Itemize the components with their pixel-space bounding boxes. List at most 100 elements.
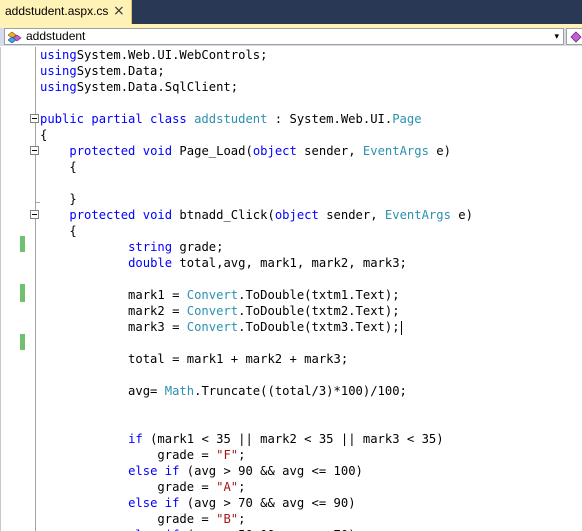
code-line[interactable]: mark1 = Convert.ToDouble(txtm1.Text);: [40, 287, 473, 303]
document-tab-strip: addstudent.aspx.cs ×: [0, 0, 582, 24]
change-marker: [20, 284, 25, 302]
code-token: EventArgs: [384, 208, 451, 222]
code-token: grade =: [40, 480, 217, 494]
collapse-icon[interactable]: [30, 114, 39, 123]
member-icon: [570, 31, 582, 43]
code-text[interactable]: usingSystem.Web.UI.WebControls; usingSyst…: [40, 47, 473, 531]
code-line[interactable]: [40, 415, 473, 431]
code-line[interactable]: usingSystem.Web.UI.WebControls;: [40, 47, 473, 63]
code-token: protected void: [69, 208, 173, 222]
code-token: .ToDouble(txtm3.Text);: [238, 320, 400, 334]
code-line[interactable]: [40, 399, 473, 415]
type-dropdown[interactable]: addstudent ▾: [4, 28, 564, 45]
code-token: sender,: [296, 144, 363, 158]
document-tab[interactable]: addstudent.aspx.cs ×: [0, 0, 132, 24]
code-line[interactable]: else if (avg > 70 && avg <= 90): [40, 495, 473, 511]
code-line[interactable]: [40, 175, 473, 191]
code-line[interactable]: protected void Page_Load(object sender, …: [40, 143, 473, 159]
code-editor[interactable]: usingSystem.Web.UI.WebControls; usingSyst…: [0, 47, 582, 531]
code-token: : System.Web.UI.: [267, 112, 393, 126]
code-token: Math: [164, 384, 195, 398]
code-token: "B": [216, 512, 239, 526]
code-token: System.Data.SqlClient;: [76, 80, 239, 94]
code-token: .ToDouble(txtm1.Text);: [238, 288, 400, 302]
code-line[interactable]: protected void btnadd_Click(object sende…: [40, 207, 473, 223]
code-token: addstudent: [194, 112, 268, 126]
code-token: "F": [216, 448, 239, 462]
collapse-icon[interactable]: [30, 146, 39, 155]
member-dropdown[interactable]: [566, 28, 582, 45]
code-line[interactable]: mark2 = Convert.ToDouble(txtm2.Text);: [40, 303, 473, 319]
code-token: mark3 =: [40, 320, 187, 334]
code-token: mark2 =: [40, 304, 187, 318]
code-token: (avg > 70 && avg <= 90): [179, 496, 356, 510]
code-line[interactable]: double total,avg, mark1, mark2, mark3;: [40, 255, 473, 271]
code-token: "A": [216, 480, 239, 494]
code-token: public partial class: [40, 112, 187, 126]
code-token: grade =: [40, 448, 217, 462]
code-token: sender,: [318, 208, 385, 222]
code-line[interactable]: usingSystem.Data;: [40, 63, 473, 79]
code-token: {: [40, 128, 48, 142]
code-line[interactable]: string grade;: [40, 239, 473, 255]
chevron-down-icon[interactable]: ▾: [554, 29, 559, 45]
code-token: .Truncate((total/3)*100)/100;: [194, 384, 407, 398]
code-line[interactable]: [40, 335, 473, 351]
code-token: else if: [128, 496, 180, 510]
code-token: e): [428, 144, 451, 158]
code-token: (avg > 90 && avg <= 100): [179, 464, 363, 478]
code-token: (mark1 < 35 || mark2 < 35 || mark3 < 35): [142, 432, 444, 446]
code-token: btnadd_Click(: [172, 208, 275, 222]
code-line[interactable]: avg= Math.Truncate((total/3)*100)/100;: [40, 383, 473, 399]
collapse-icon[interactable]: [30, 210, 39, 219]
code-line[interactable]: grade = "B";: [40, 511, 473, 527]
code-token: double: [128, 256, 173, 270]
code-line[interactable]: mark3 = Convert.ToDouble(txtm3.Text);: [40, 319, 473, 335]
close-icon[interactable]: ×: [113, 2, 125, 20]
code-token: .ToDouble(txtm2.Text);: [238, 304, 400, 318]
code-line[interactable]: }: [40, 191, 473, 207]
code-line[interactable]: else if (avg > 50 && avg <= 70): [40, 527, 473, 531]
class-icon: [8, 31, 22, 43]
code-line[interactable]: if (mark1 < 35 || mark2 < 35 || mark3 < …: [40, 431, 473, 447]
code-line[interactable]: {: [40, 223, 473, 239]
code-line[interactable]: total = mark1 + mark2 + mark3;: [40, 351, 473, 367]
code-line[interactable]: public partial class addstudent : System…: [40, 111, 473, 127]
code-line[interactable]: usingSystem.Data.SqlClient;: [40, 79, 473, 95]
code-token: object: [274, 208, 319, 222]
code-line[interactable]: [40, 95, 473, 111]
code-line[interactable]: else if (avg > 90 && avg <= 100): [40, 463, 473, 479]
code-line[interactable]: grade = "A";: [40, 479, 473, 495]
type-dropdown-value: addstudent: [26, 29, 86, 43]
code-token: Convert: [186, 320, 239, 334]
code-token: ;: [238, 448, 246, 462]
code-token: Convert: [186, 288, 239, 302]
code-token: {: [40, 160, 77, 174]
change-marker: [20, 334, 25, 350]
code-line[interactable]: [40, 367, 473, 383]
code-token: using: [40, 64, 77, 78]
code-line[interactable]: grade = "F";: [40, 447, 473, 463]
code-token: grade =: [40, 512, 217, 526]
code-token: object: [252, 144, 297, 158]
code-token: mark1 =: [40, 288, 187, 302]
text-caret: [400, 320, 402, 335]
code-token: using: [40, 80, 77, 94]
code-token: Page_Load(: [172, 144, 253, 158]
code-line[interactable]: {: [40, 127, 473, 143]
code-line[interactable]: {: [40, 159, 473, 175]
code-token: grade;: [172, 240, 224, 254]
code-line[interactable]: [40, 271, 473, 287]
code-token: total = mark1 + mark2 + mark3;: [40, 352, 349, 366]
code-token: if: [128, 432, 143, 446]
navigation-bar: addstudent ▾: [0, 28, 582, 46]
editor-margin: [0, 47, 1, 531]
